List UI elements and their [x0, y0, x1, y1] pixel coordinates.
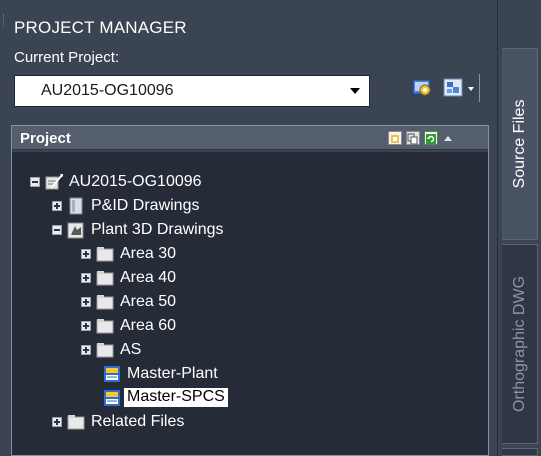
tree-item-label: Related Files	[91, 413, 185, 430]
expand-toggle-icon[interactable]	[52, 201, 62, 211]
pid-folder-icon	[67, 197, 85, 215]
tree-item-label: Plant 3D Drawings	[91, 221, 224, 238]
project-settings-icon	[412, 79, 431, 96]
tree-root[interactable]: AU2015-OG10096	[12, 171, 488, 193]
palette-title: PROJECT MANAGER	[14, 18, 187, 37]
folder-icon	[96, 341, 114, 359]
project-tree-panel: Project AU2015-OG10096 P&ID Drawings Pla…	[11, 125, 489, 456]
tree-item-area-60[interactable]: Area 60	[12, 315, 488, 337]
tree-item-related-files[interactable]: Related Files	[12, 411, 488, 433]
tree-item-label: Area 40	[120, 269, 177, 286]
collapse-toggle-icon[interactable]	[52, 225, 62, 235]
drawing-icon	[103, 365, 121, 383]
tree-item-area-40[interactable]: Area 40	[12, 267, 488, 289]
dropdown-arrow-button[interactable]	[341, 76, 369, 106]
tree-item-pid-drawings[interactable]: P&ID Drawings	[12, 195, 488, 217]
project-manager-palette: PROJECT MANAGER Current Project: AU2015-…	[0, 0, 497, 456]
collapse-panel-icon[interactable]	[443, 131, 453, 145]
project-actions-dropdown-button[interactable]	[440, 74, 480, 102]
current-project-dropdown[interactable]: AU2015-OG10096	[14, 75, 370, 107]
tree-item-label: AS	[120, 341, 142, 358]
tree-item-master-plant[interactable]: Master-Plant	[12, 363, 488, 385]
tree-item-plant3d-drawings[interactable]: Plant 3D Drawings	[12, 219, 488, 241]
tree-item-label: AU2015-OG10096	[69, 173, 202, 190]
tab-label: Orthographic DWG	[510, 275, 528, 413]
tree-item-as[interactable]: AS	[12, 339, 488, 361]
copy-drawing-icon[interactable]	[406, 131, 420, 145]
expand-toggle-icon[interactable]	[81, 297, 91, 307]
drag-grip-icon[interactable]	[3, 14, 6, 28]
folder-icon	[96, 317, 114, 335]
folder-icon	[96, 269, 114, 287]
project-panel-title: Project	[20, 130, 71, 147]
tab-orthographic-dwg[interactable]: Orthographic DWG	[502, 244, 538, 444]
project-icon	[45, 173, 63, 191]
drawing-icon	[103, 389, 121, 407]
expand-toggle-icon[interactable]	[81, 345, 91, 355]
tree-item-label: Area 60	[120, 317, 177, 334]
project-panel-header: Project	[12, 126, 488, 150]
tab-overflow[interactable]	[502, 448, 538, 456]
tree-item-label: Area 30	[120, 245, 177, 262]
project-settings-button[interactable]	[409, 74, 436, 102]
expand-toggle-icon[interactable]	[81, 273, 91, 283]
tab-label: Source Files	[510, 99, 528, 189]
folder-icon	[67, 413, 85, 431]
tree-item-label: Area 50	[120, 293, 177, 310]
palette-titlebar[interactable]: PROJECT MANAGER	[0, 0, 497, 44]
project-tree: AU2015-OG10096 P&ID Drawings Plant 3D Dr…	[12, 152, 488, 455]
expand-toggle-icon[interactable]	[81, 321, 91, 331]
project-actions-icon	[443, 78, 474, 97]
new-drawing-icon[interactable]	[388, 131, 402, 145]
folder-icon	[96, 293, 114, 311]
tree-item-label: P&ID Drawings	[91, 197, 200, 214]
chevron-down-icon	[350, 88, 360, 94]
tab-source-files[interactable]: Source Files	[502, 48, 538, 240]
collapse-toggle-icon[interactable]	[30, 177, 40, 187]
current-project-label: Current Project:	[14, 49, 120, 66]
tree-item-area-50[interactable]: Area 50	[12, 291, 488, 313]
tree-item-label-selected: Master-SPCS	[124, 388, 228, 407]
expand-toggle-icon[interactable]	[81, 249, 91, 259]
side-tab-strip: Source Files Orthographic DWG	[497, 0, 541, 456]
expand-toggle-icon[interactable]	[52, 417, 62, 427]
folder-icon	[96, 245, 114, 263]
tree-item-master-spcs[interactable]: Master-SPCS	[12, 387, 488, 409]
refresh-icon[interactable]	[424, 131, 438, 145]
current-project-value: AU2015-OG10096	[41, 82, 174, 99]
tree-item-label: Master-Plant	[127, 365, 218, 382]
tree-item-area-30[interactable]: Area 30	[12, 243, 488, 265]
palette-body: Current Project: AU2015-OG10096 Project …	[0, 44, 497, 456]
plant3d-folder-icon	[67, 221, 85, 239]
